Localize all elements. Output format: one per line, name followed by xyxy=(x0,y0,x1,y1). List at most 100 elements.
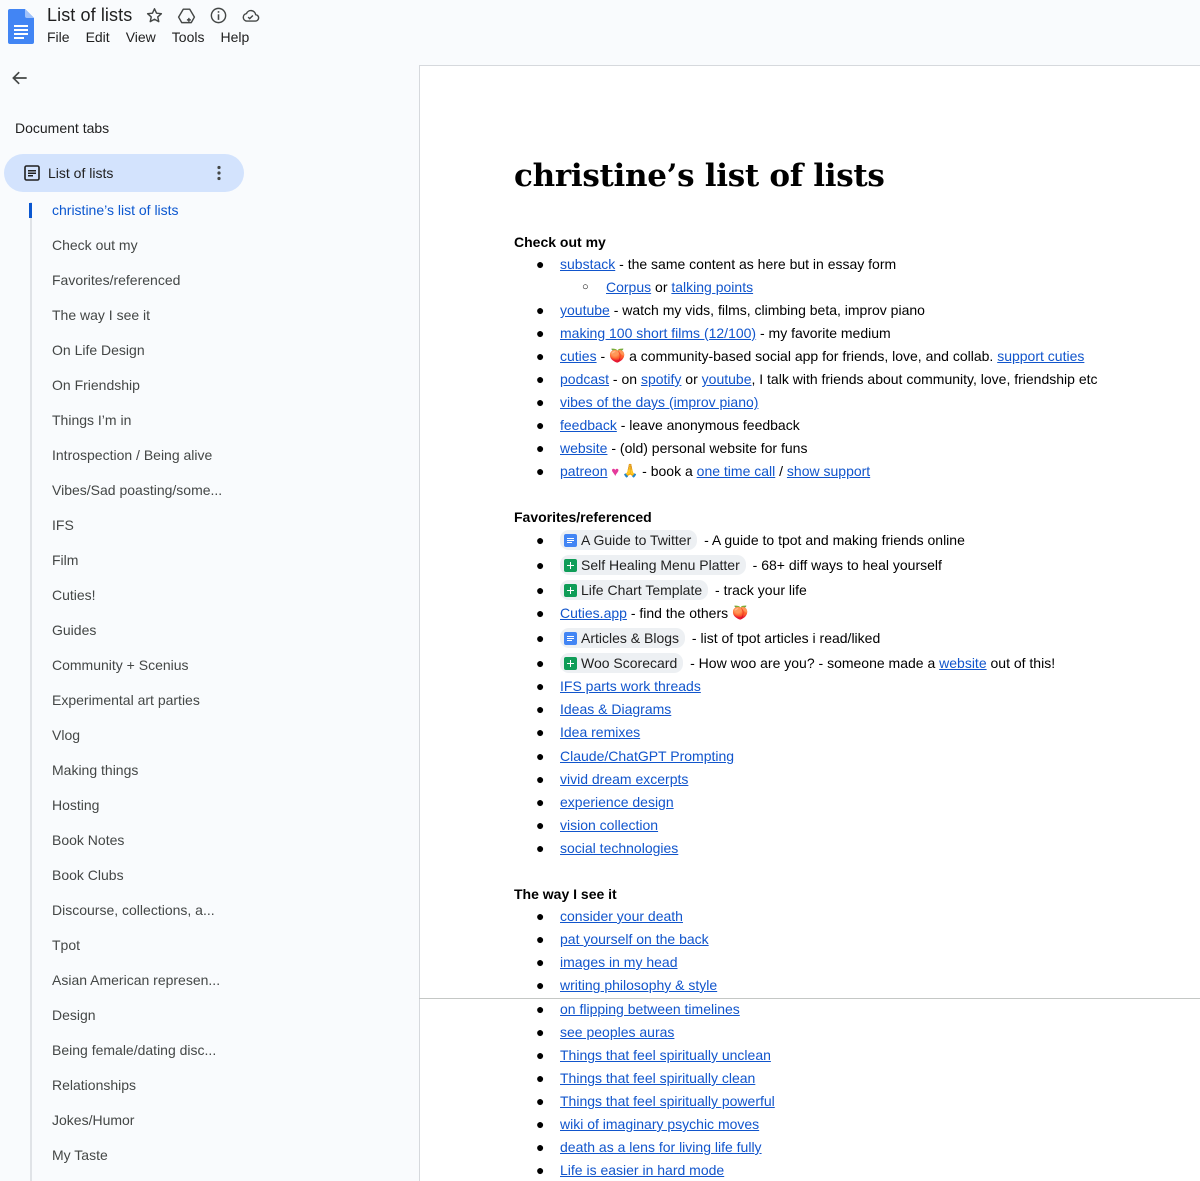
list-text: out of this! xyxy=(986,655,1056,671)
outline-item[interactable]: Vlog xyxy=(52,727,80,743)
outline-item[interactable]: christine’s list of lists xyxy=(52,202,179,218)
bullet: ● xyxy=(536,1139,545,1155)
smart-chip-healing-menu[interactable]: Self Healing Menu Platter xyxy=(560,555,746,575)
list-text: - (old) personal website for funs xyxy=(607,440,808,456)
cloud-saved-icon[interactable] xyxy=(240,6,260,26)
outline-item[interactable]: Film xyxy=(52,552,78,568)
smart-chip-twitter-guide[interactable]: A Guide to Twitter xyxy=(560,530,698,550)
menu-tools[interactable]: Tools xyxy=(172,29,205,45)
google-sheet-icon xyxy=(564,583,577,597)
more-options-icon[interactable] xyxy=(209,163,229,183)
outline-item[interactable]: IFS xyxy=(52,517,74,533)
link-spiritually-unclean[interactable]: Things that feel spiritually unclean xyxy=(560,1047,771,1063)
link-consider-death[interactable]: consider your death xyxy=(560,908,683,924)
menu-help[interactable]: Help xyxy=(220,29,249,45)
link-experience-design[interactable]: experience design xyxy=(560,794,674,810)
bullet: ● xyxy=(536,908,545,924)
link-ifs-threads[interactable]: IFS parts work threads xyxy=(560,678,701,694)
link-dream-excerpts[interactable]: vivid dream excerpts xyxy=(560,771,688,787)
move-to-drive-icon[interactable] xyxy=(176,6,196,26)
outline-item[interactable]: On Friendship xyxy=(52,377,140,393)
link-podcast[interactable]: podcast xyxy=(560,371,609,387)
outline-item[interactable]: Hosting xyxy=(52,797,99,813)
link-writing-philosophy[interactable]: writing philosophy & style xyxy=(560,977,717,993)
link-feedback[interactable]: feedback xyxy=(560,417,617,433)
link-vision-collection[interactable]: vision collection xyxy=(560,817,658,833)
bullet: ● xyxy=(536,794,545,810)
link-images-in-head[interactable]: images in my head xyxy=(560,954,678,970)
info-icon[interactable] xyxy=(208,6,228,26)
list-item: ● Claude/ChatGPT Prompting xyxy=(536,748,734,764)
outline-item[interactable]: Relationships xyxy=(52,1077,136,1093)
link-woo-website[interactable]: website xyxy=(939,655,986,671)
menu-edit[interactable]: Edit xyxy=(86,29,110,45)
link-idea-remixes[interactable]: Idea remixes xyxy=(560,724,640,740)
outline-item[interactable]: Things I’m in xyxy=(52,412,131,428)
list-text: or xyxy=(681,371,702,387)
list-item: ● vibes of the days (improv piano) xyxy=(536,394,758,410)
link-spotify[interactable]: spotify xyxy=(641,371,681,387)
menu-view[interactable]: View xyxy=(126,29,156,45)
link-website[interactable]: website xyxy=(560,440,607,456)
link-ideas-diagrams[interactable]: Ideas & Diagrams xyxy=(560,701,671,717)
link-social-technologies[interactable]: social technologies xyxy=(560,840,678,856)
link-talking-points[interactable]: talking points xyxy=(671,279,753,295)
outline-item[interactable]: Making things xyxy=(52,762,138,778)
link-patreon[interactable]: patreon xyxy=(560,463,607,479)
outline-item[interactable]: Discourse, collections, a... xyxy=(52,902,215,918)
link-corpus[interactable]: Corpus xyxy=(606,279,651,295)
outline-item[interactable]: Experimental art parties xyxy=(52,692,200,708)
outline-item[interactable]: Jokes/Humor xyxy=(52,1112,134,1128)
link-cuties-app[interactable]: Cuties.app xyxy=(560,605,627,621)
link-short-films[interactable]: making 100 short films (12/100) xyxy=(560,325,756,341)
outline-item[interactable]: Design xyxy=(52,1007,96,1023)
link-see-auras[interactable]: see peoples auras xyxy=(560,1024,674,1040)
link-youtube-podcast[interactable]: youtube xyxy=(702,371,752,387)
outline-item[interactable]: Book Notes xyxy=(52,832,124,848)
back-arrow-icon[interactable] xyxy=(10,68,30,88)
page-break xyxy=(419,998,1200,999)
link-support-cuties[interactable]: support cuties xyxy=(997,348,1084,364)
outline-item[interactable]: My Taste xyxy=(52,1147,108,1163)
outline-item[interactable]: On Life Design xyxy=(52,342,145,358)
outline-item[interactable]: Community + Scenius xyxy=(52,657,189,673)
document-title[interactable]: List of lists xyxy=(47,5,132,26)
outline-item[interactable]: Vibes/Sad poasting/some... xyxy=(52,482,222,498)
menu-file[interactable]: File xyxy=(47,29,70,45)
link-show-support[interactable]: show support xyxy=(787,463,870,479)
outline-item[interactable]: Favorites/referenced xyxy=(52,272,180,288)
bullet: ● xyxy=(536,348,545,364)
list-item: ● website - (old) personal website for f… xyxy=(536,440,807,456)
smart-chip-life-chart[interactable]: Life Chart Template xyxy=(560,580,709,600)
google-sheet-icon xyxy=(564,656,577,670)
link-pat-yourself[interactable]: pat yourself on the back xyxy=(560,931,709,947)
link-psychic-moves[interactable]: wiki of imaginary psychic moves xyxy=(560,1116,759,1132)
bullet: ● xyxy=(536,256,545,272)
link-substack[interactable]: substack xyxy=(560,256,615,272)
smart-chip-articles-blogs[interactable]: Articles & Blogs xyxy=(560,628,686,648)
outline-item[interactable]: Book Clubs xyxy=(52,867,124,883)
link-one-time-call[interactable]: one time call xyxy=(697,463,776,479)
link-spiritually-powerful[interactable]: Things that feel spiritually powerful xyxy=(560,1093,775,1109)
outline-item[interactable]: Tpot xyxy=(52,937,80,953)
outline-item[interactable]: The way I see it xyxy=(52,307,150,323)
outline-item[interactable]: Being female/dating disc... xyxy=(52,1042,216,1058)
outline-item[interactable]: Introspection / Being alive xyxy=(52,447,212,463)
outline-item[interactable]: Cuties! xyxy=(52,587,96,603)
link-prompting[interactable]: Claude/ChatGPT Prompting xyxy=(560,748,734,764)
docs-logo-icon[interactable] xyxy=(8,9,34,44)
list-item: ● social technologies xyxy=(536,840,678,856)
outline-item[interactable]: Check out my xyxy=(52,237,138,253)
link-spiritually-clean[interactable]: Things that feel spiritually clean xyxy=(560,1070,755,1086)
link-hard-mode[interactable]: Life is easier in hard mode xyxy=(560,1162,724,1178)
smart-chip-woo-scorecard[interactable]: Woo Scorecard xyxy=(560,653,684,673)
link-youtube[interactable]: youtube xyxy=(560,302,610,318)
outline-item[interactable]: Guides xyxy=(52,622,96,638)
star-icon[interactable] xyxy=(144,6,164,26)
link-cuties[interactable]: cuties xyxy=(560,348,597,364)
link-death-lens[interactable]: death as a lens for living life fully xyxy=(560,1139,762,1155)
outline-item[interactable]: Asian American represen... xyxy=(52,972,220,988)
link-flipping-timelines[interactable]: on flipping between timelines xyxy=(560,1001,740,1017)
link-vibes[interactable]: vibes of the days (improv piano) xyxy=(560,394,758,410)
tab-list-of-lists[interactable]: List of lists xyxy=(4,154,244,192)
